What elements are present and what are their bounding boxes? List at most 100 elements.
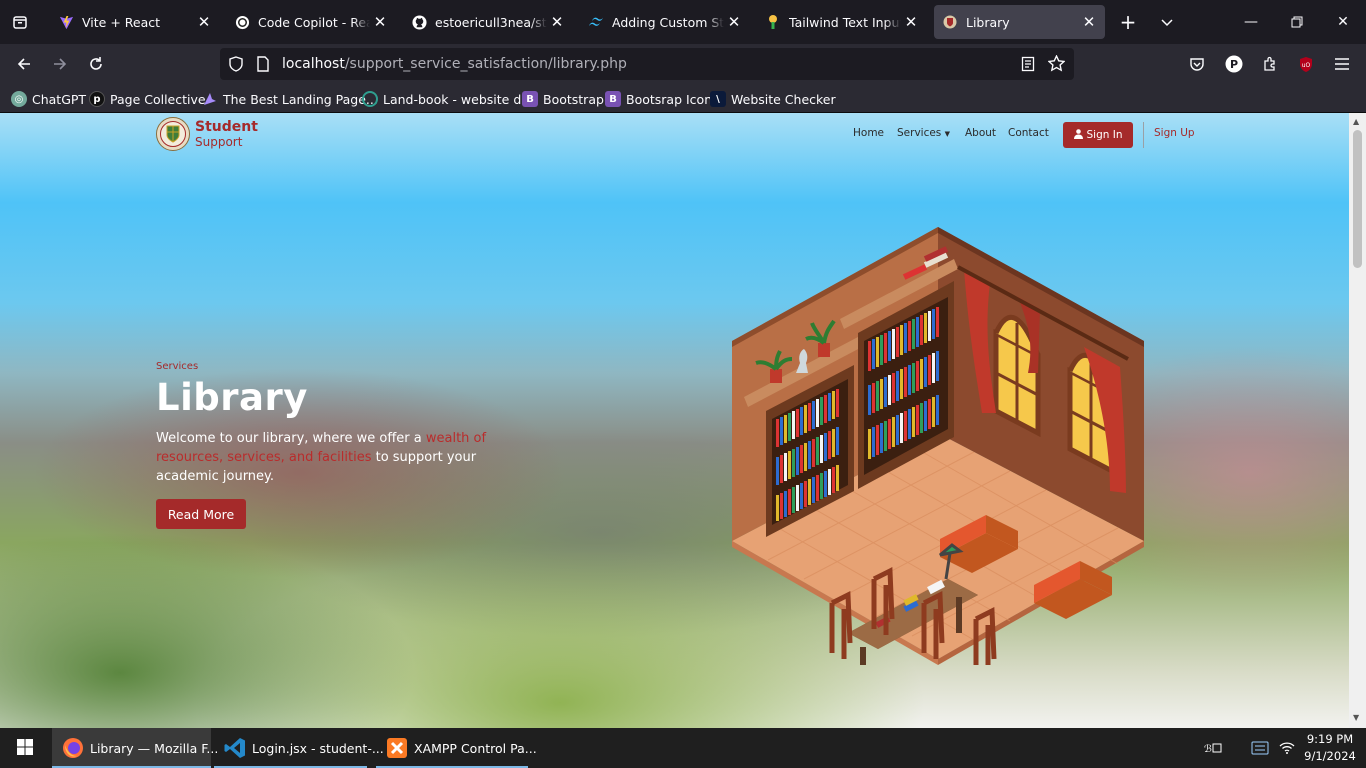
bookmark-label: Page Collective (110, 91, 206, 107)
student-support-icon (942, 14, 958, 30)
close-tab-icon[interactable]: ✕ (547, 12, 567, 32)
tab-vite-react[interactable]: Vite + React ✕ (50, 5, 220, 39)
restore-window-icon[interactable] (1274, 0, 1320, 44)
close-tab-icon[interactable]: ✕ (724, 12, 744, 32)
close-tab-icon[interactable]: ✕ (194, 12, 214, 32)
clock-date[interactable]: 9/1/2024 (1300, 749, 1360, 763)
scroll-up-icon[interactable]: ▲ (1353, 117, 1359, 126)
tab-tailwind-text-input[interactable]: Tailwind Text Input Co ✕ (757, 5, 927, 39)
bookmark-label: ChatGPT (32, 91, 87, 107)
bookmark-land-book[interactable]: Land-book - website d... (362, 89, 533, 109)
windows-logo-icon (17, 738, 33, 758)
page-collective-icon: p (89, 91, 105, 107)
tab-code-copilot[interactable]: Code Copilot - React L ✕ (226, 5, 396, 39)
nav-services-dropdown[interactable]: Services ▼ (897, 127, 950, 139)
scrollbar-thumb[interactable] (1353, 130, 1362, 268)
bookmark-page-collective[interactable]: p Page Collective (89, 89, 206, 109)
back-icon[interactable] (10, 50, 38, 78)
tracking-protection-icon[interactable] (228, 56, 244, 76)
bookmark-website-checker[interactable]: \ Website Checker (710, 89, 836, 109)
bookmark-label: Bootstrap (543, 91, 604, 107)
tailwind-icon (588, 14, 604, 30)
bookmark-best-landing-page[interactable]: The Best Landing Page... (202, 89, 378, 109)
clock-time[interactable]: 9:19 PM (1302, 732, 1358, 746)
tab-title: Code Copilot - React L (258, 14, 370, 30)
flowbite-icon (765, 14, 781, 30)
vscode-icon (224, 736, 246, 760)
bookmark-label: Bootsrap Icon (626, 91, 713, 107)
hero-kicker: Services (156, 361, 199, 372)
close-tab-icon[interactable]: ✕ (901, 12, 921, 32)
start-button[interactable] (0, 728, 50, 768)
page-scrollbar[interactable]: ▲ ▼ (1349, 113, 1366, 728)
land-book-icon (362, 91, 378, 107)
school-seal-logo[interactable] (156, 117, 190, 151)
taskbar-item-vscode[interactable]: Login.jsx - student-... (214, 728, 384, 768)
nav-divider (1143, 122, 1144, 148)
page-title: Library (156, 376, 308, 419)
logo-subtitle[interactable]: Support (195, 135, 242, 149)
nav-home-link[interactable]: Home (853, 127, 884, 139)
hero-desc-text: Welcome to our library, where we offer a (156, 431, 426, 446)
bookmarks-toolbar: ◎ ChatGPT p Page Collective The Best Lan… (0, 84, 1366, 113)
bookmark-chatgpt[interactable]: ◎ ChatGPT (11, 89, 86, 109)
extensions-icon[interactable] (1256, 50, 1284, 78)
new-tab-icon[interactable]: + (1114, 8, 1142, 36)
wifi-icon[interactable] (1277, 738, 1297, 758)
close-tab-icon[interactable]: ✕ (1079, 12, 1099, 32)
close-window-icon[interactable]: ✕ (1320, 0, 1366, 44)
navigation-toolbar: localhost/support_service_satisfaction/l… (0, 44, 1366, 84)
reload-icon[interactable] (82, 50, 110, 78)
keyboard-icon[interactable] (1250, 738, 1270, 758)
nav-contact-link[interactable]: Contact (1008, 127, 1049, 139)
pocket-icon[interactable] (1183, 50, 1211, 78)
website-checker-icon: \ (710, 91, 726, 107)
account-avatar-icon[interactable]: P (1220, 50, 1248, 78)
sign-in-label: Sign In (1086, 129, 1123, 141)
sign-up-link[interactable]: Sign Up (1154, 127, 1195, 139)
close-tab-icon[interactable]: ✕ (370, 12, 390, 32)
page-info-icon[interactable] (256, 56, 270, 76)
input-language-icon[interactable]: ℬ (1203, 738, 1223, 758)
url-bar[interactable]: localhost/support_service_satisfaction/l… (220, 48, 1074, 80)
forward-icon[interactable] (46, 50, 74, 78)
bookmark-bootstrap-icon[interactable]: B Bootsrap Icon (605, 89, 712, 109)
tab-overview-icon[interactable] (6, 8, 34, 36)
bookmark-bootstrap[interactable]: B Bootstrap (522, 89, 604, 109)
github-icon (411, 14, 427, 30)
tab-adding-custom-styles[interactable]: Adding Custom Styles ✕ (580, 5, 750, 39)
bookmark-label: The Best Landing Page... (223, 91, 378, 107)
svg-text:ℬ: ℬ (1204, 744, 1212, 755)
logo-title[interactable]: Student (195, 119, 258, 135)
read-more-button[interactable]: Read More (156, 499, 246, 529)
bookmark-label: Land-book - website d... (383, 91, 534, 107)
sign-in-button[interactable]: Sign In (1063, 122, 1133, 148)
bootstrap-icon: B (522, 91, 538, 107)
tab-title: Tailwind Text Input Co (789, 14, 901, 30)
minimize-window-icon[interactable]: — (1228, 0, 1274, 44)
taskbar-item-label: Library — Mozilla F... (90, 740, 219, 756)
tab-strip: Vite + React ✕ Code Copilot - React L ✕ … (0, 0, 1366, 44)
caret-down-icon: ▼ (944, 130, 951, 138)
openai-icon: ◎ (11, 91, 27, 107)
vite-icon (58, 14, 74, 30)
reader-view-icon[interactable] (1021, 56, 1035, 76)
nav-about-link[interactable]: About (965, 127, 996, 139)
landing-page-icon (202, 91, 218, 107)
taskbar-item-firefox[interactable]: Library — Mozilla F... (52, 728, 218, 768)
scroll-down-icon[interactable]: ▼ (1353, 713, 1359, 722)
library-illustration (728, 223, 1148, 687)
tab-github[interactable]: estoericull3nea/studen ✕ (403, 5, 573, 39)
openai-icon (234, 14, 250, 30)
svg-text:uO: uO (1302, 62, 1311, 69)
list-all-tabs-icon[interactable] (1153, 8, 1181, 36)
ublock-origin-icon[interactable]: uO (1292, 50, 1320, 78)
bookmark-star-icon[interactable] (1047, 54, 1066, 76)
hamburger-menu-icon[interactable] (1328, 50, 1356, 78)
url-text[interactable]: localhost/support_service_satisfaction/l… (282, 56, 627, 72)
taskbar-item-xampp[interactable]: XAMPP Control Pa... (376, 728, 537, 768)
tab-library[interactable]: Library ✕ (934, 5, 1105, 39)
taskbar-item-label: XAMPP Control Pa... (414, 740, 537, 756)
bootstrap-icon: B (605, 91, 621, 107)
bookmark-label: Website Checker (731, 91, 836, 107)
